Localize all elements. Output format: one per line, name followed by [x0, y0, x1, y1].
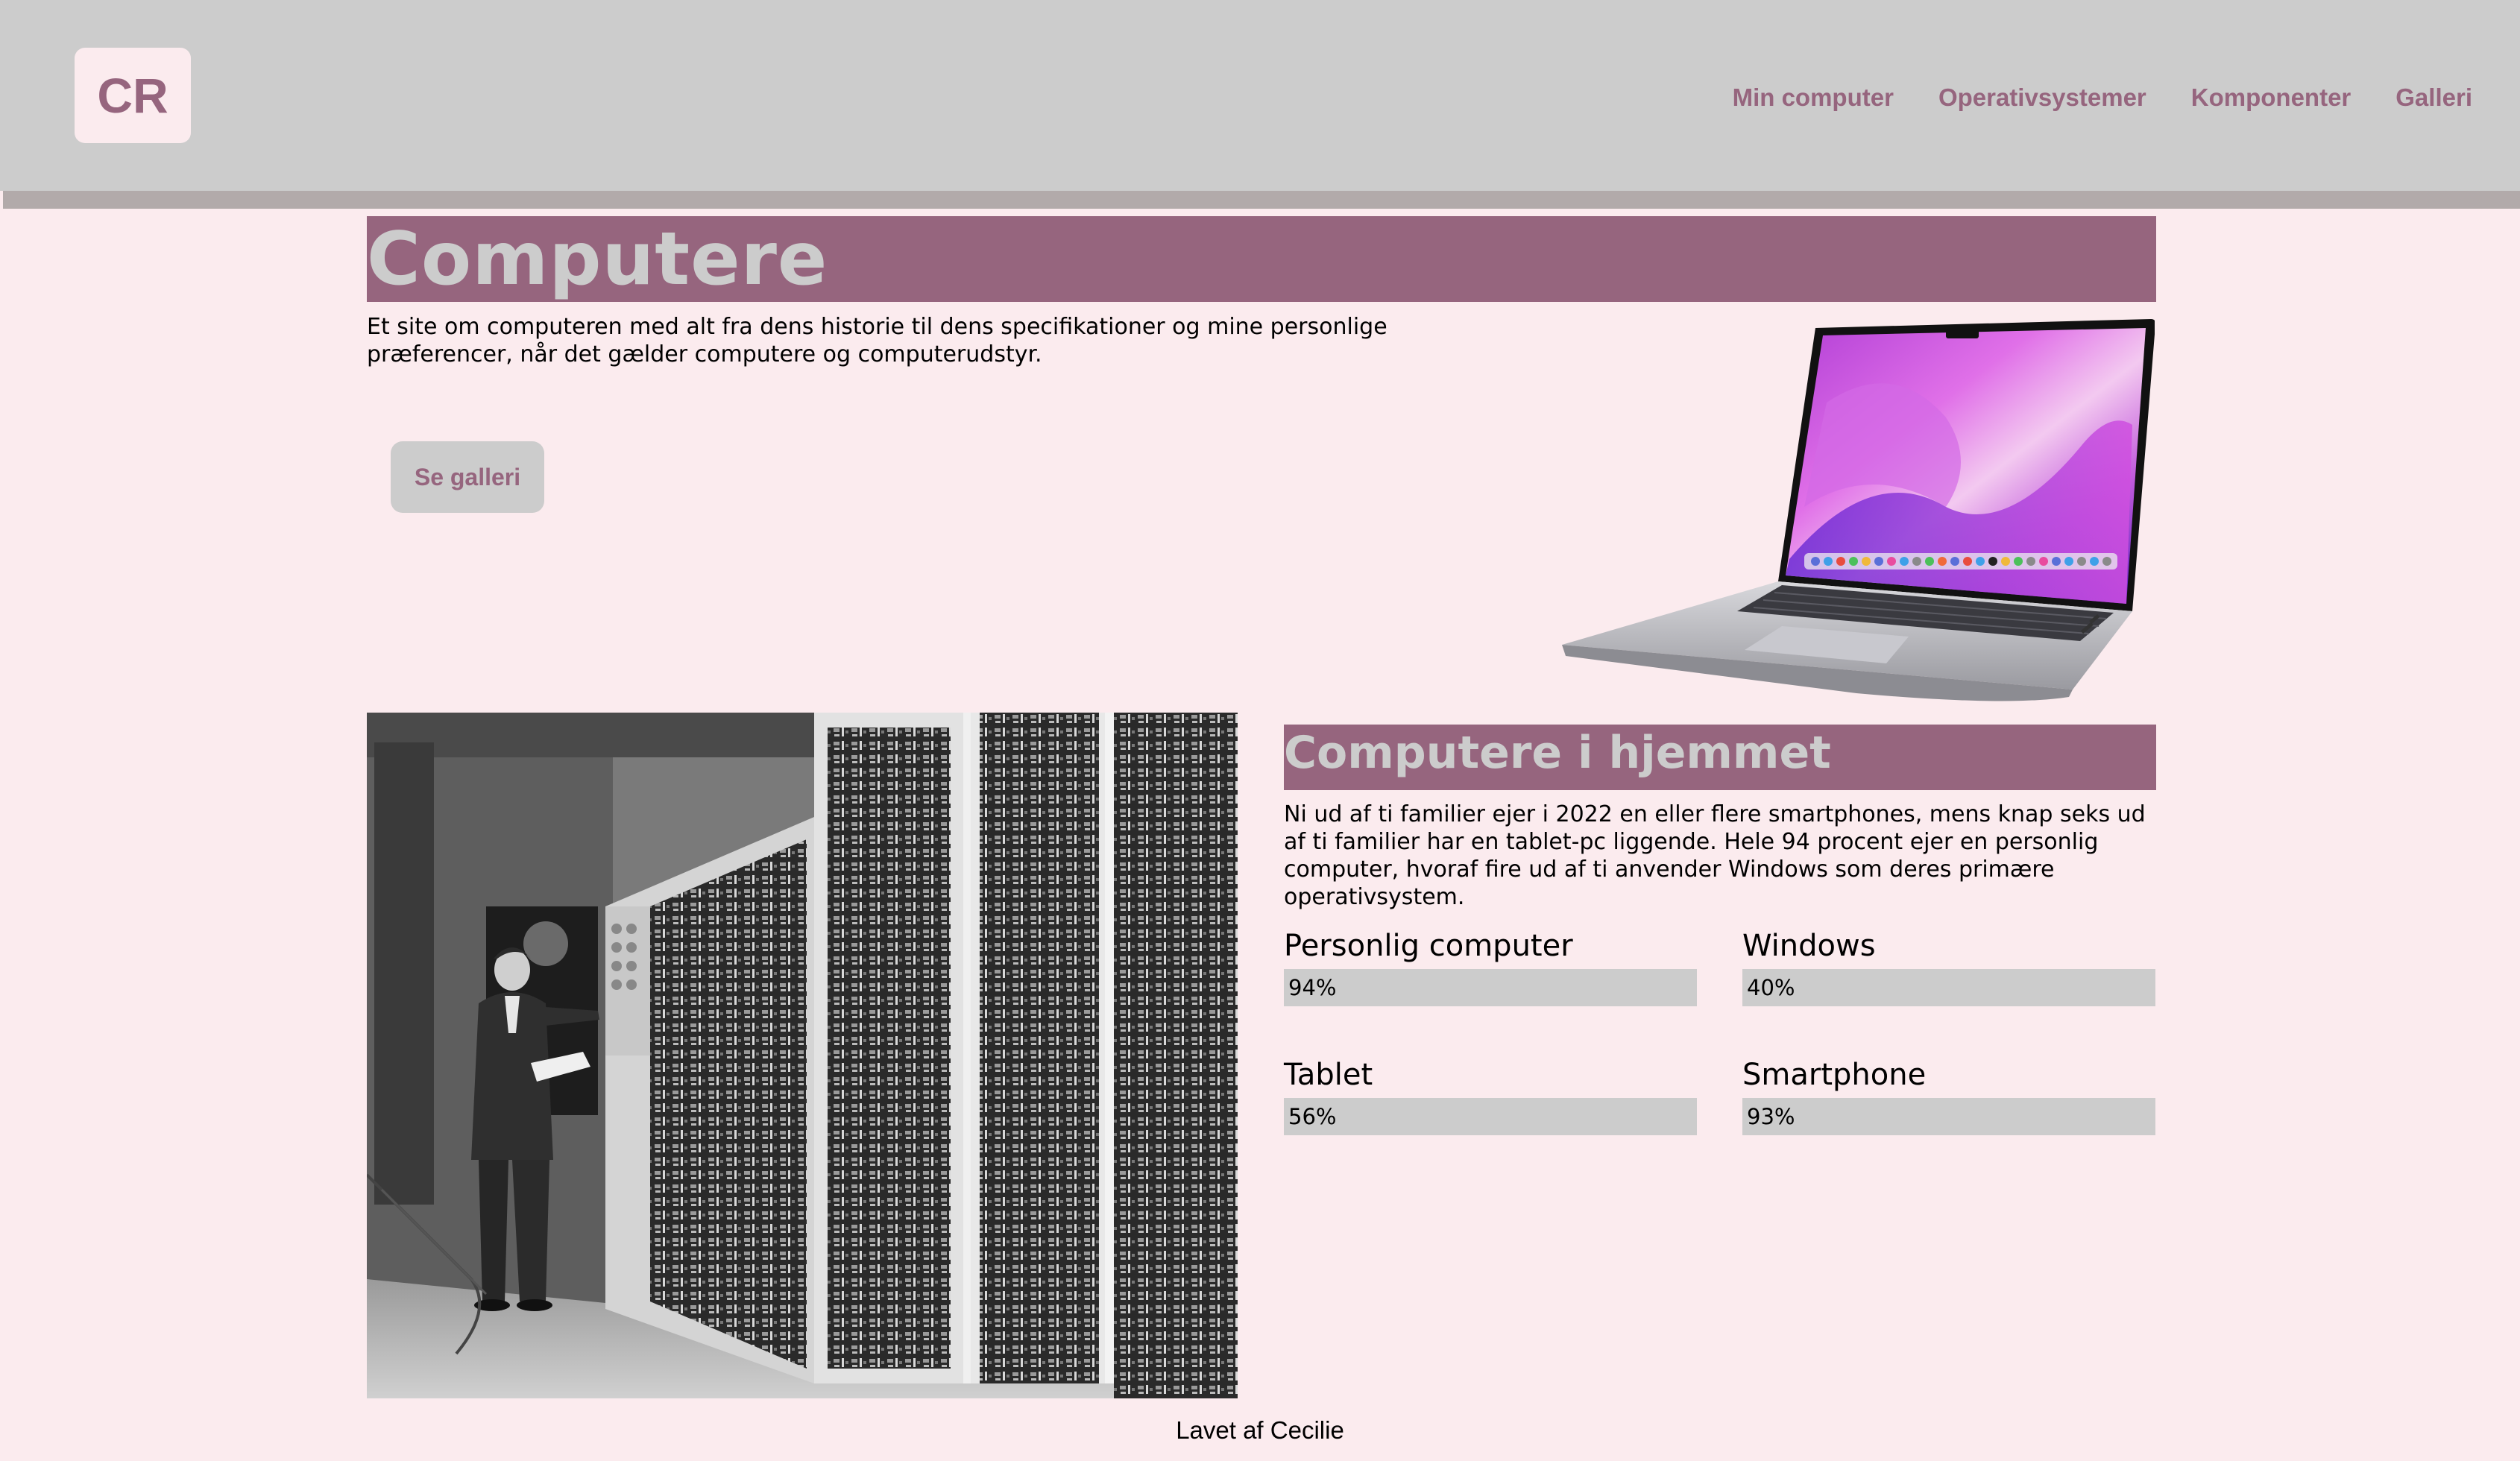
stat-label: Personlig computer: [1284, 929, 1573, 963]
see-gallery-button[interactable]: Se galleri: [391, 441, 544, 513]
progress-bar: 40%: [1742, 969, 2155, 1006]
header-divider: [3, 191, 2520, 209]
progress-bar: 93%: [1742, 1098, 2155, 1135]
nav-komponenter[interactable]: Komponenter: [2191, 83, 2352, 112]
stat-value: 56%: [1288, 1104, 1337, 1129]
nav-min-computer[interactable]: Min computer: [1733, 83, 1894, 112]
stat-label: Tablet: [1284, 1058, 1373, 1092]
progress-fill: [1742, 1098, 2127, 1135]
site-header: CR Min computer Operativsystemer Kompone…: [0, 0, 2520, 191]
page-title: Computere: [367, 217, 828, 302]
main-nav: Min computer Operativsystemer Komponente…: [1733, 83, 2472, 112]
nav-galleri[interactable]: Galleri: [2395, 83, 2472, 112]
vintage-computer-photo: [367, 713, 1238, 1398]
stat-label: Smartphone: [1742, 1058, 1927, 1092]
progress-bar: 56%: [1284, 1098, 1697, 1135]
progress-fill: [1284, 969, 1672, 1006]
laptop-image: [1558, 313, 2156, 708]
stat-value: 40%: [1747, 975, 1795, 1000]
footer-credit: Lavet af Cecilie: [1176, 1416, 1344, 1444]
stat-tablet: Tablet 56%: [1284, 1058, 1697, 1135]
hero-title-bar: Computere: [367, 216, 2156, 302]
nav-operativsystemer[interactable]: Operativsystemer: [1938, 83, 2146, 112]
stat-value: 93%: [1747, 1104, 1795, 1129]
hero-intro: Et site om computeren med alt fra dens h…: [367, 314, 1387, 367]
stat-personal-computer: Personlig computer 94%: [1284, 929, 1697, 1006]
stat-smartphone: Smartphone 93%: [1742, 1058, 2155, 1135]
home-section-text: Ni ud af ti familier ejer i 2022 en elle…: [1284, 801, 2146, 910]
home-section-title-bar: Computere i hjemmet: [1284, 725, 2156, 790]
home-section-title: Computere i hjemmet: [1284, 727, 1831, 779]
stat-windows: Windows 40%: [1742, 929, 2155, 1006]
stat-value: 94%: [1288, 975, 1337, 1000]
logo[interactable]: CR: [75, 48, 191, 143]
stat-label: Windows: [1742, 929, 1876, 963]
progress-bar: 94%: [1284, 969, 1697, 1006]
